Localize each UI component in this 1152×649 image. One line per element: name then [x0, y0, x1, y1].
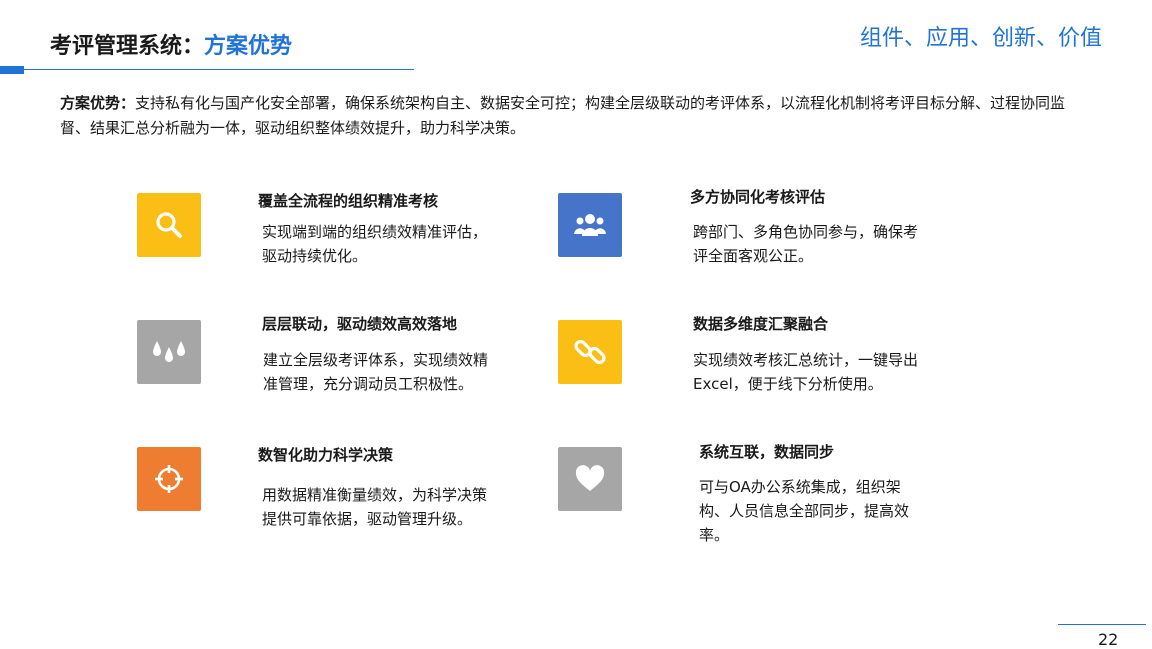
header-tagline: 组件、应用、创新、价值 — [859, 26, 1102, 51]
feature-desc: 实现端到端的组织绩效精准评估，驱动持续优化。 — [262, 223, 488, 265]
page-number: 22 — [1098, 630, 1119, 649]
intro-text: 支持私有化与国产化安全部署，确保系统架构自主、数据安全可控；构建全层级联动的考评… — [60, 94, 1066, 137]
feature-title: 数智化助力科学决策 — [258, 446, 394, 464]
page-title-prefix: 考评管理系统： — [50, 34, 205, 59]
feature-desc: 跨部门、多角色协同参与，确保考评全面客观公正。 — [693, 223, 919, 265]
feature-desc: 可与OA办公系统集成，组织架构、人员信息全部同步，提高效率。 — [699, 478, 910, 544]
crosshair-icon — [137, 447, 201, 511]
feature-desc: 实现绩效考核汇总统计，一键导出Excel，便于线下分析使用。 — [693, 351, 919, 393]
users-icon — [558, 193, 622, 257]
page-title-highlight: 方案优势 — [204, 34, 293, 59]
feature-title: 数据多维度汇聚融合 — [693, 315, 829, 333]
search-icon — [137, 193, 201, 257]
footer-rule — [1058, 624, 1146, 625]
feature-title: 覆盖全流程的组织精准考核 — [258, 192, 439, 210]
link-icon — [558, 320, 622, 384]
heart-icon — [558, 447, 622, 511]
feature-title: 多方协同化考核评估 — [690, 188, 826, 206]
intro-lead: 方案优势： — [60, 94, 136, 112]
feature-title: 系统互联，数据同步 — [699, 443, 835, 461]
page-title: 考评管理系统：方案优势 — [50, 28, 292, 60]
drops-icon — [137, 320, 201, 384]
feature-desc: 建立全层级考评体系，实现绩效精准管理，充分调动员工积极性。 — [263, 351, 489, 393]
feature-desc: 用数据精准衡量绩效，为科学决策提供可靠依据，驱动管理升级。 — [262, 486, 488, 528]
intro-paragraph: 方案优势：支持私有化与国产化安全部署，确保系统架构自主、数据安全可控；构建全层级… — [60, 91, 1080, 141]
title-accent-bar — [0, 66, 24, 74]
feature-title: 层层联动，驱动绩效高效落地 — [262, 315, 458, 333]
title-underline — [24, 69, 414, 70]
